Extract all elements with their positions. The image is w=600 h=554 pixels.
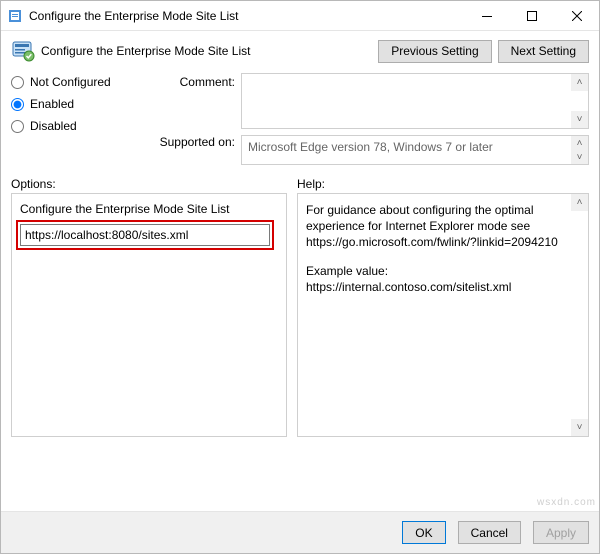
- chevron-down-icon[interactable]: ˅: [571, 150, 588, 164]
- close-button[interactable]: [554, 1, 599, 30]
- supported-scroll[interactable]: ˄ ˅: [571, 136, 588, 164]
- chevron-up-icon[interactable]: ˄: [571, 194, 588, 211]
- comment-textarea[interactable]: ˄ ˅: [241, 73, 589, 129]
- options-help-row: Options: Configure the Enterprise Mode S…: [1, 171, 599, 441]
- radio-not-configured-label: Not Configured: [30, 75, 111, 89]
- help-label: Help:: [297, 177, 325, 191]
- options-field-label: Configure the Enterprise Mode Site List: [20, 202, 278, 216]
- meta-labels: Comment: Supported on:: [141, 73, 241, 165]
- comment-label: Comment:: [180, 75, 235, 89]
- supported-on-label: Supported on:: [160, 135, 235, 149]
- help-paragraph-2: Example value: https://internal.contoso.…: [306, 263, 566, 295]
- dialog-footer: OK Cancel Apply: [1, 511, 599, 553]
- comment-scroll[interactable]: ˄ ˅: [571, 74, 588, 128]
- help-text: For guidance about configuring the optim…: [306, 202, 580, 295]
- chevron-up-icon[interactable]: ˄: [571, 136, 588, 150]
- options-panel: Configure the Enterprise Mode Site List: [11, 193, 287, 437]
- state-and-meta: Not Configured Enabled Disabled Comment:…: [1, 73, 599, 171]
- cancel-button[interactable]: Cancel: [458, 521, 521, 544]
- header-row: Configure the Enterprise Mode Site List …: [1, 31, 599, 73]
- radio-disabled-input[interactable]: [11, 120, 24, 133]
- supported-on-text: Microsoft Edge version 78, Windows 7 or …: [248, 140, 493, 154]
- minimize-button[interactable]: [464, 1, 509, 30]
- chevron-down-icon[interactable]: ˅: [571, 419, 588, 436]
- state-radios: Not Configured Enabled Disabled: [11, 73, 141, 165]
- window-controls: [464, 1, 599, 30]
- radio-enabled-label: Enabled: [30, 97, 74, 111]
- next-setting-button[interactable]: Next Setting: [498, 40, 589, 63]
- radio-enabled-input[interactable]: [11, 98, 24, 111]
- help-scroll[interactable]: ˄ ˅: [571, 194, 588, 436]
- apply-button[interactable]: Apply: [533, 521, 589, 544]
- options-label: Options:: [11, 177, 56, 191]
- meta-fields: ˄ ˅ Microsoft Edge version 78, Windows 7…: [241, 73, 589, 165]
- supported-on-box: Microsoft Edge version 78, Windows 7 or …: [241, 135, 589, 165]
- help-paragraph-1: For guidance about configuring the optim…: [306, 202, 566, 251]
- ok-button[interactable]: OK: [402, 521, 445, 544]
- previous-setting-button[interactable]: Previous Setting: [378, 40, 491, 63]
- policy-icon: [7, 8, 23, 24]
- radio-disabled-label: Disabled: [30, 119, 77, 133]
- setting-name: Configure the Enterprise Mode Site List: [41, 44, 372, 58]
- dialog-window: Configure the Enterprise Mode Site List: [0, 0, 600, 554]
- maximize-button[interactable]: [509, 1, 554, 30]
- radio-enabled[interactable]: Enabled: [11, 97, 141, 111]
- window-title: Configure the Enterprise Mode Site List: [29, 9, 464, 23]
- chevron-up-icon[interactable]: ˄: [571, 74, 588, 91]
- titlebar: Configure the Enterprise Mode Site List: [1, 1, 599, 31]
- radio-disabled[interactable]: Disabled: [11, 119, 141, 133]
- radio-not-configured-input[interactable]: [11, 76, 24, 89]
- options-column: Options: Configure the Enterprise Mode S…: [11, 177, 287, 437]
- help-column: Help: For guidance about configuring the…: [297, 177, 589, 437]
- setting-icon: [11, 39, 35, 63]
- help-panel: For guidance about configuring the optim…: [297, 193, 589, 437]
- sitelist-input[interactable]: [20, 224, 270, 246]
- radio-not-configured[interactable]: Not Configured: [11, 75, 141, 89]
- chevron-down-icon[interactable]: ˅: [571, 111, 588, 128]
